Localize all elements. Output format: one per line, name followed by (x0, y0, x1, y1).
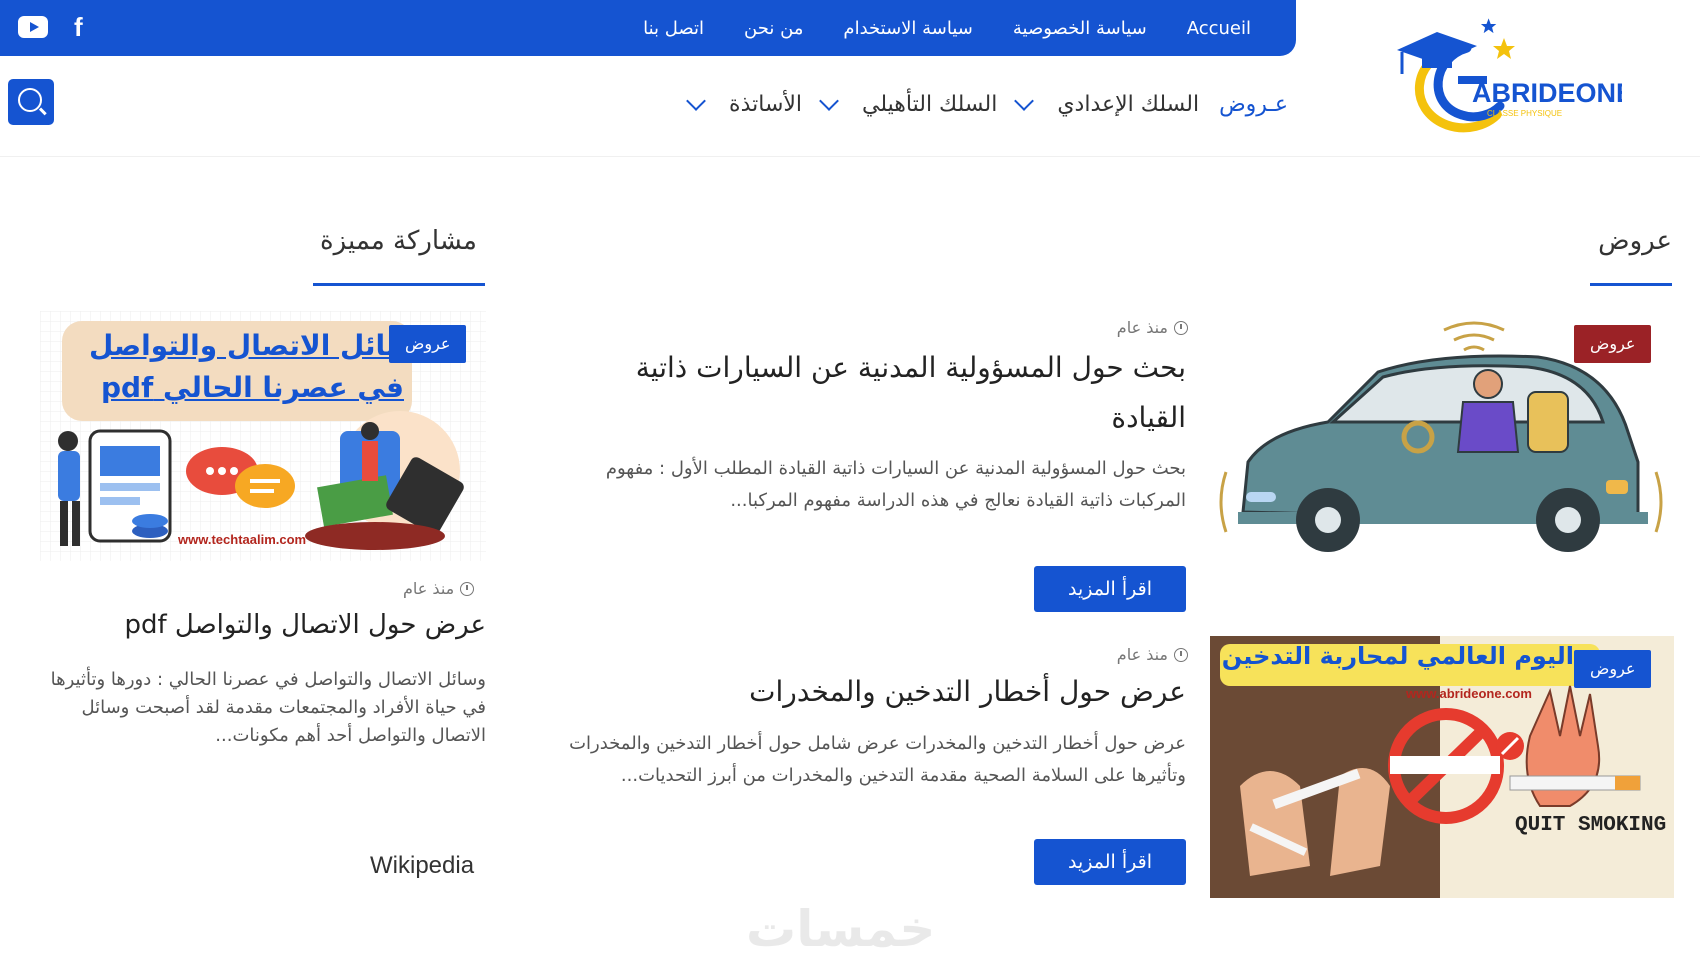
nav-item-middle-school[interactable]: السلك الإعدادي (1014, 91, 1200, 117)
image-line-1: وسائل الاتصال والتواصل (89, 329, 431, 362)
image-line-2: في عصرنا الحالي pdf (101, 371, 404, 404)
section-title-offers: عروض (1598, 226, 1672, 256)
clock-icon (1174, 320, 1188, 335)
nav-item-label: السلك التأهيلي (862, 91, 998, 117)
image-caption: QUIT SMOKING (1515, 814, 1667, 837)
main-navigation: عـروض السلك الإعدادي السلك التأهيلي الأس… (686, 84, 1288, 124)
top-bar: f Accueil سياسة الخصوصية سياسة الاستخدام… (0, 0, 1296, 56)
read-more-button[interactable]: اقرأ المزيد (1034, 566, 1186, 612)
post-meta: منذ عام (1117, 645, 1188, 664)
section-underline (1590, 283, 1672, 286)
category-badge[interactable]: عروض (1574, 650, 1652, 688)
top-link-terms[interactable]: سياسة الاستخدام (843, 18, 972, 39)
nav-item-label: عـروض (1219, 91, 1288, 117)
nav-divider (0, 156, 1700, 157)
post-time: منذ عام (1116, 645, 1168, 664)
post-title[interactable]: بحث حول المسؤولية المدنية عن السيارات ذا… (626, 343, 1186, 443)
wikipedia-widget-title: Wikipedia (370, 852, 475, 879)
post-time: منذ عام (1116, 318, 1168, 337)
nav-item-high-school[interactable]: السلك التأهيلي (819, 91, 998, 117)
watermark: خمسات (746, 900, 936, 958)
facebook-icon[interactable]: f (74, 14, 83, 40)
chevron-down-icon (819, 91, 839, 111)
post-excerpt: عرض حول أخطار التدخين والمخدرات عرض شامل… (569, 733, 1186, 786)
nav-item-label: السلك الإعدادي (1057, 91, 1200, 117)
post-time: منذ عام (403, 579, 455, 598)
chevron-down-icon (1014, 91, 1035, 111)
featured-title[interactable]: عرض حول الاتصال والتواصل pdf (40, 600, 486, 650)
image-heading: اليوم العالمي لمحاربة التدخين (1221, 642, 1574, 670)
svg-text:ABRIDEONE: ABRIDEONE (1472, 78, 1622, 108)
top-link-about[interactable]: من نحن (744, 18, 803, 39)
nav-item-offers[interactable]: عـروض (1219, 92, 1288, 117)
section-title-featured: مشاركة مميزة (320, 226, 477, 256)
social-links: f (18, 14, 83, 40)
image-url-text: www.techtaalim.com (178, 532, 307, 547)
site-logo[interactable]: ABRIDEONE CLASSE PHYSIQUE (1392, 10, 1634, 135)
read-more-button[interactable]: اقرأ المزيد (1034, 839, 1186, 885)
post-meta: منذ عام (403, 579, 475, 598)
nav-item-label: الأساتذة (729, 91, 803, 117)
post-meta: منذ عام (1117, 318, 1188, 337)
featured-excerpt: وسائل الاتصال والتواصل في عصرنا الحالي :… (50, 669, 486, 746)
clock-icon (1174, 647, 1188, 662)
post-title[interactable]: عرض حول أخطار التدخين والمخدرات (586, 667, 1186, 717)
nav-item-teachers[interactable]: الأساتذة (686, 91, 803, 117)
chevron-down-icon (686, 91, 706, 111)
category-badge[interactable]: عروض (1574, 325, 1652, 363)
category-badge[interactable]: عروض (389, 325, 467, 363)
youtube-icon[interactable] (18, 16, 48, 38)
top-navigation: Accueil سياسة الخصوصية سياسة الاستخدام م… (643, 0, 1251, 56)
clock-icon (460, 581, 475, 596)
svg-text:CLASSE PHYSIQUE: CLASSE PHYSIQUE (1487, 109, 1562, 118)
top-link-contact[interactable]: اتصل بنا (643, 18, 704, 39)
top-link-home[interactable]: Accueil (1187, 18, 1251, 39)
post-excerpt: بحث حول المسؤولية المدنية عن السيارات ذا… (605, 458, 1186, 511)
top-link-privacy[interactable]: سياسة الخصوصية (1013, 18, 1147, 39)
search-button[interactable] (8, 79, 54, 125)
image-url-text: www.abrideone.com (1406, 686, 1532, 701)
section-underline (313, 283, 485, 286)
